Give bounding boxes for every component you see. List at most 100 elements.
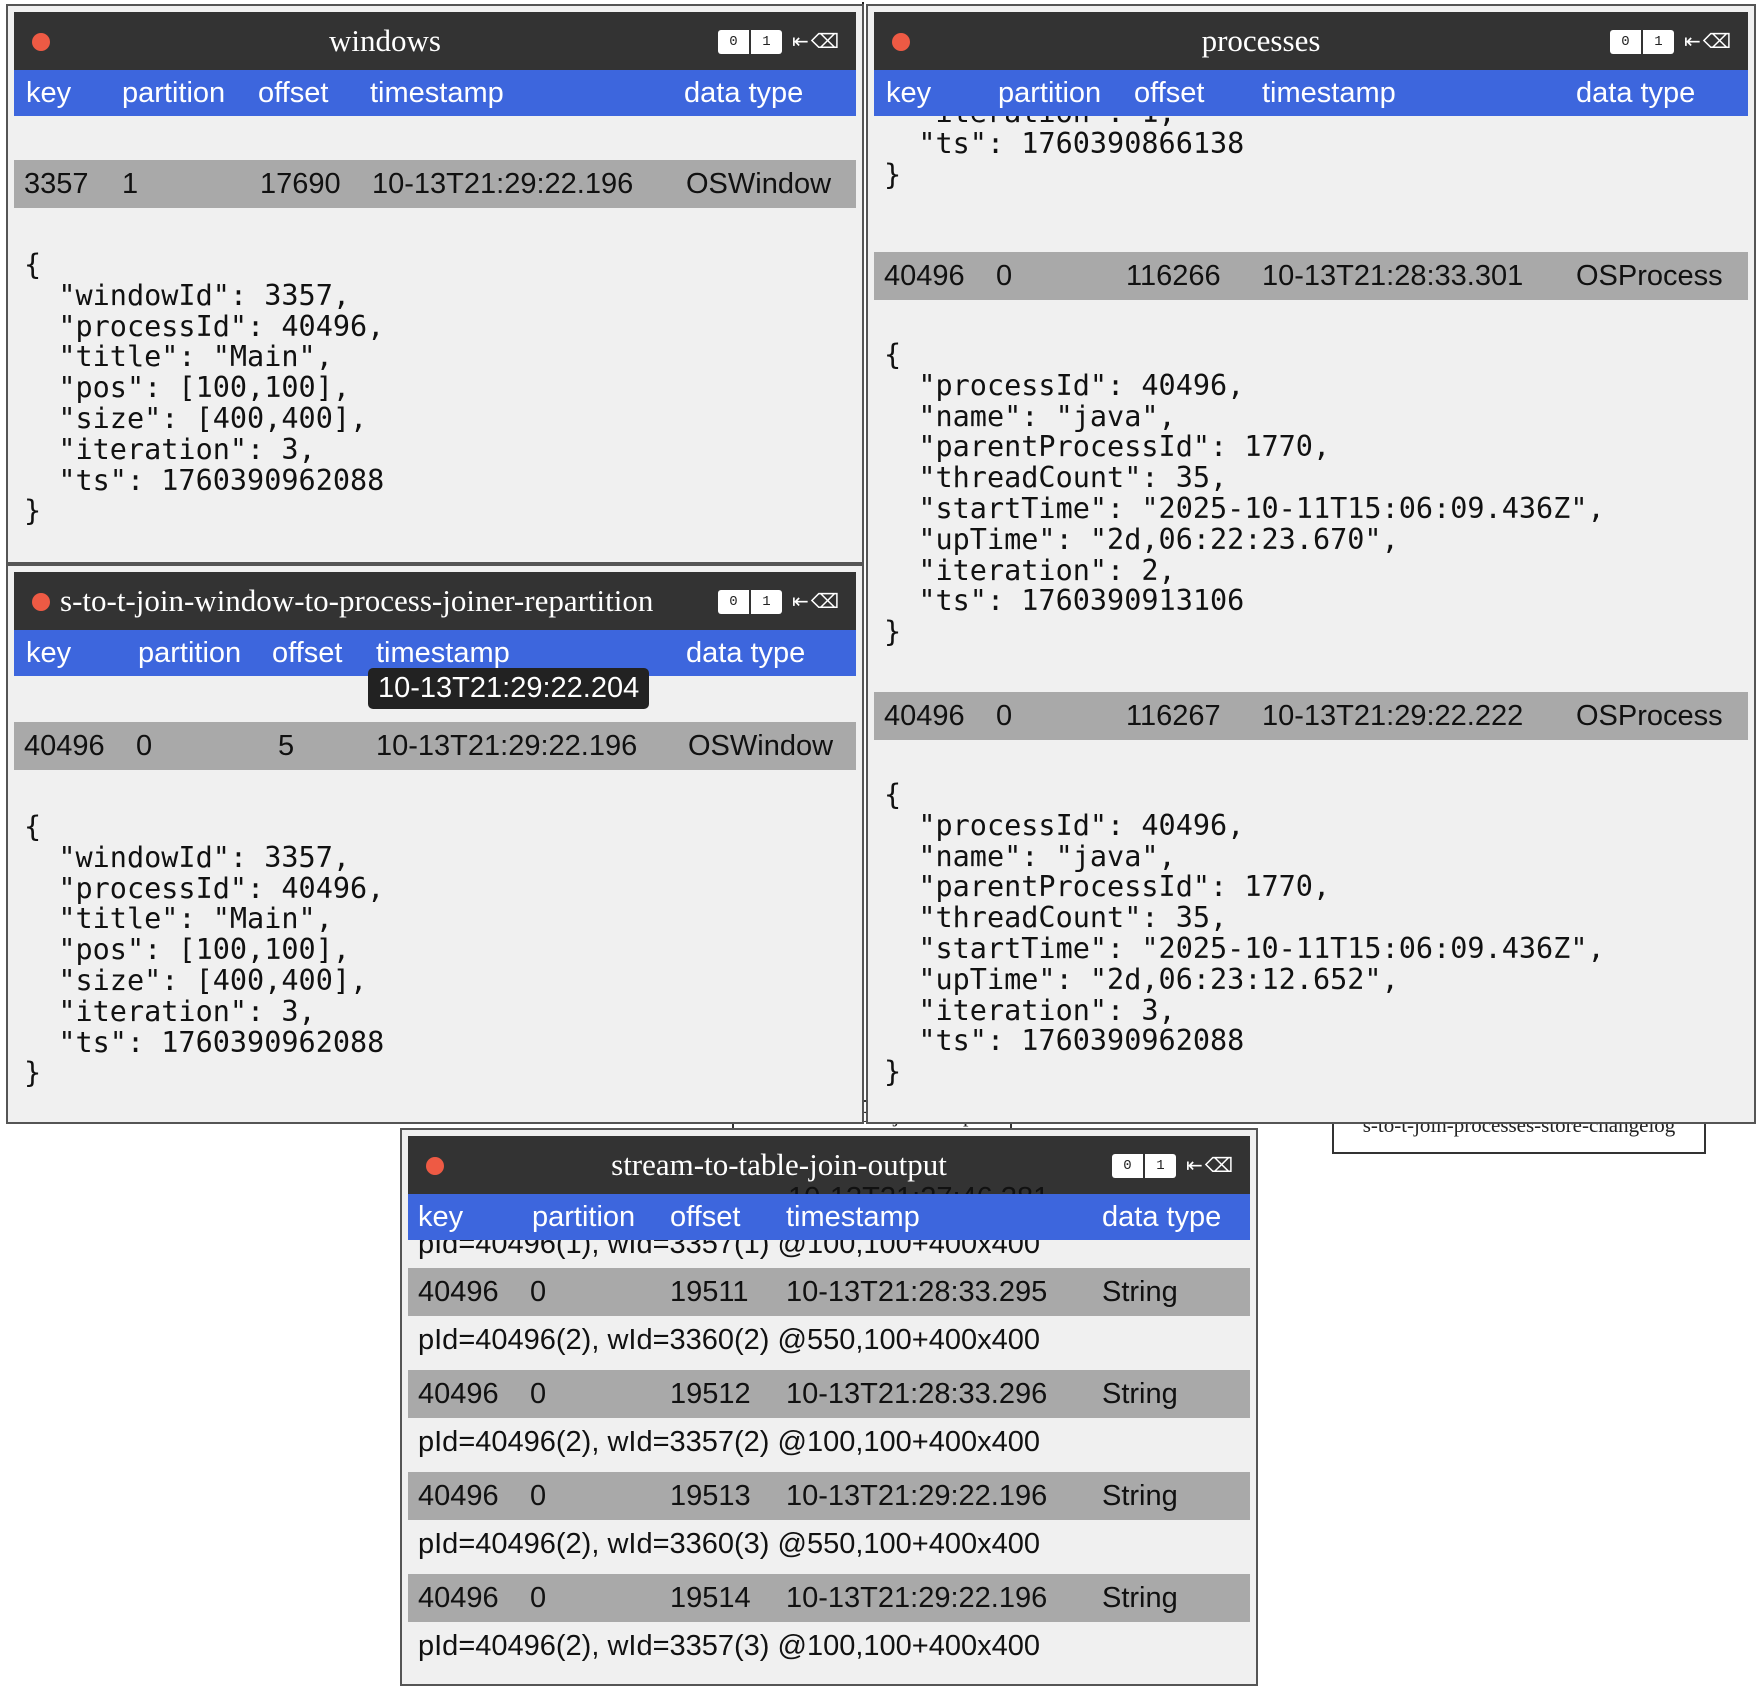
col-partition[interactable]: partition bbox=[532, 1201, 635, 1234]
offset-toggle[interactable]: 0 1 bbox=[1610, 30, 1674, 54]
pin-icon[interactable]: ⇤ bbox=[792, 29, 811, 53]
toggle-zero[interactable]: 0 bbox=[1112, 1154, 1143, 1178]
record-value: pId=40496(2), wId=3360(3) @550,100+400x4… bbox=[418, 1528, 1040, 1560]
cell-timestamp: 10-13T21:29:22.196 bbox=[786, 1582, 1048, 1614]
col-timestamp[interactable]: timestamp bbox=[370, 77, 504, 110]
table-row[interactable]: 40496 0 116266 10-13T21:28:33.301 OSProc… bbox=[874, 252, 1748, 300]
table-row[interactable]: 40496 0 19511 10-13T21:28:33.295 String bbox=[408, 1268, 1250, 1316]
cell-timestamp: 10-13T21:29:22.196 bbox=[786, 1480, 1048, 1512]
cell-key: 3357 bbox=[24, 168, 89, 200]
repartition-titlebar: s-to-t-join-window-to-process-joiner-rep… bbox=[14, 572, 856, 630]
offset-toggle[interactable]: 0 1 bbox=[718, 590, 782, 614]
toggle-zero[interactable]: 0 bbox=[718, 30, 749, 54]
column-header: key partition offset timestamp data type bbox=[874, 70, 1748, 116]
table-row[interactable]: 40496 0 19513 10-13T21:29:22.196 String bbox=[408, 1472, 1250, 1520]
cell-data-type: String bbox=[1102, 1378, 1178, 1410]
eraser-icon[interactable]: ⌫ bbox=[1205, 1153, 1235, 1177]
cell-offset: 116267 bbox=[1126, 700, 1221, 732]
table-row[interactable]: 40496 0 19512 10-13T21:28:33.296 String bbox=[408, 1370, 1250, 1418]
offset-toggle[interactable]: 0 1 bbox=[718, 30, 782, 54]
cell-timestamp: 10-13T21:29:22.196 bbox=[372, 168, 634, 200]
col-offset[interactable]: offset bbox=[1134, 77, 1204, 110]
toggle-one[interactable]: 1 bbox=[1641, 30, 1674, 54]
panel-title: processes bbox=[1201, 23, 1321, 58]
cell-data-type: OSWindow bbox=[688, 730, 834, 762]
panel-controls: ⇤⌫ bbox=[1684, 28, 1731, 54]
cell-offset: 116266 bbox=[1126, 260, 1221, 292]
cell-timestamp: 10-13T21:28:33.296 bbox=[786, 1378, 1048, 1410]
eraser-icon[interactable]: ⌫ bbox=[811, 29, 841, 53]
col-key[interactable]: key bbox=[418, 1201, 463, 1234]
record-list[interactable]: 3357 1 17690 10-13T21:29:22.196 OSWindow… bbox=[14, 116, 856, 562]
col-data-type[interactable]: data type bbox=[1576, 77, 1695, 110]
table-row[interactable]: 40496 0 116267 10-13T21:29:22.222 OSProc… bbox=[874, 692, 1748, 740]
cell-data-type: String bbox=[1102, 1582, 1178, 1614]
cell-key: 40496 bbox=[418, 1378, 499, 1410]
cell-partition: 0 bbox=[530, 1276, 547, 1308]
table-row[interactable]: 40496 0 5 10-13T21:29:22.196 OSWindow bbox=[14, 722, 856, 770]
record-value: { "processId": 40496, "name": "java", "p… bbox=[884, 778, 1605, 1089]
cell-key: 40496 bbox=[24, 730, 105, 762]
cell-offset: 19514 bbox=[670, 1582, 751, 1614]
cell-data-type: OSWindow bbox=[686, 168, 832, 200]
timestamp-tooltip: 10-13T21:29:22.204 bbox=[368, 668, 650, 709]
col-partition[interactable]: partition bbox=[138, 637, 241, 670]
col-timestamp[interactable]: timestamp bbox=[376, 637, 510, 670]
pin-icon[interactable]: ⇤ bbox=[1186, 1153, 1205, 1177]
record-value: { "windowId": 3357, "processId": 40496, … bbox=[24, 810, 385, 1090]
column-header: key partition offset timestamp data type bbox=[408, 1194, 1250, 1240]
col-partition[interactable]: partition bbox=[998, 77, 1101, 110]
cell-offset: 19513 bbox=[670, 1480, 751, 1512]
record-list[interactable]: "iteration": 1, "ts": 1760390866138 } 40… bbox=[874, 116, 1748, 1122]
col-key[interactable]: key bbox=[886, 77, 931, 110]
close-dot-icon[interactable] bbox=[426, 1157, 444, 1175]
col-data-type[interactable]: data type bbox=[686, 637, 805, 670]
cell-timestamp: 10-13T21:29:22.222 bbox=[1262, 700, 1524, 732]
record-list[interactable]: pId=40496(1), wId=3357(1) @100,100+400x4… bbox=[408, 1240, 1250, 1684]
cell-offset: 19511 bbox=[670, 1276, 749, 1308]
col-partition[interactable]: partition bbox=[122, 77, 225, 110]
cell-timestamp: 10-13T21:28:33.301 bbox=[1262, 260, 1524, 292]
col-offset[interactable]: offset bbox=[258, 77, 328, 110]
eraser-icon[interactable]: ⌫ bbox=[811, 589, 841, 613]
toggle-zero[interactable]: 0 bbox=[718, 590, 749, 614]
table-row[interactable]: 40496 0 19514 10-13T21:29:22.196 String bbox=[408, 1574, 1250, 1622]
pin-icon[interactable]: ⇤ bbox=[1684, 29, 1703, 53]
cell-offset: 5 bbox=[278, 730, 295, 762]
col-timestamp[interactable]: timestamp bbox=[786, 1201, 920, 1234]
windows-panel: windows 0 1 ⇤⌫ key partition offset time… bbox=[6, 4, 864, 564]
close-dot-icon[interactable] bbox=[892, 33, 910, 51]
offset-toggle[interactable]: 0 1 bbox=[1112, 1154, 1176, 1178]
col-key[interactable]: key bbox=[26, 637, 71, 670]
windows-titlebar: windows 0 1 ⇤⌫ bbox=[14, 12, 856, 70]
cell-key: 40496 bbox=[418, 1276, 499, 1308]
col-data-type[interactable]: data type bbox=[684, 77, 803, 110]
close-dot-icon[interactable] bbox=[32, 33, 50, 51]
close-dot-icon[interactable] bbox=[32, 593, 50, 611]
cell-partition: 0 bbox=[996, 700, 1013, 732]
table-row[interactable]: 3357 1 17690 10-13T21:29:22.196 OSWindow bbox=[14, 160, 856, 208]
col-timestamp[interactable]: timestamp bbox=[1262, 77, 1396, 110]
record-value: pId=40496(2), wId=3357(3) @100,100+400x4… bbox=[418, 1630, 1040, 1662]
toggle-one[interactable]: 1 bbox=[749, 30, 782, 54]
processes-panel: processes 0 1 ⇤⌫ key partition offset ti… bbox=[866, 4, 1756, 1124]
processes-titlebar: processes 0 1 ⇤⌫ bbox=[874, 12, 1748, 70]
cell-partition: 1 bbox=[122, 168, 139, 200]
panel-title: s-to-t-join-window-to-process-joiner-rep… bbox=[60, 583, 654, 618]
record-list[interactable]: 40496 0 5 10-13T21:29:22.196 OSWindow { … bbox=[14, 676, 856, 1122]
cell-partition: 0 bbox=[996, 260, 1013, 292]
col-offset[interactable]: offset bbox=[272, 637, 342, 670]
toggle-one[interactable]: 1 bbox=[1143, 1154, 1176, 1178]
pin-icon[interactable]: ⇤ bbox=[792, 589, 811, 613]
col-key[interactable]: key bbox=[26, 77, 71, 110]
cell-key: 40496 bbox=[884, 700, 965, 732]
panel-title: windows bbox=[329, 23, 441, 58]
toggle-one[interactable]: 1 bbox=[749, 590, 782, 614]
toggle-zero[interactable]: 0 bbox=[1610, 30, 1641, 54]
cell-timestamp: 10-13T21:29:22.196 bbox=[376, 730, 638, 762]
eraser-icon[interactable]: ⌫ bbox=[1703, 29, 1733, 53]
cell-data-type: String bbox=[1102, 1276, 1178, 1308]
col-offset[interactable]: offset bbox=[670, 1201, 740, 1234]
record-value-partial: "iteration": 1, "ts": 1760390866138 } bbox=[884, 116, 1245, 191]
col-data-type[interactable]: data type bbox=[1102, 1201, 1221, 1234]
